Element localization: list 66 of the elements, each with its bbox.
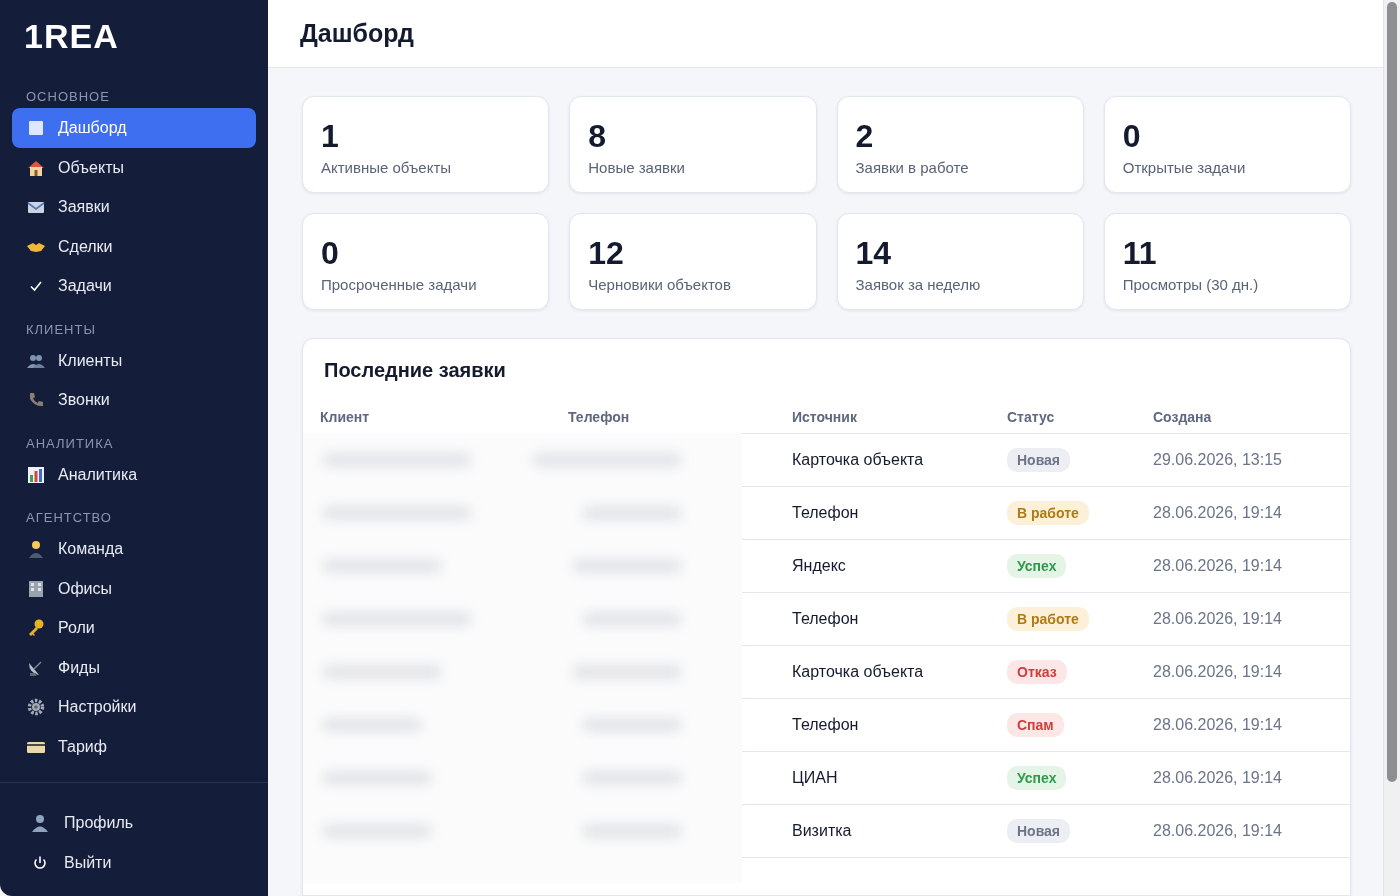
logo: 1REA xyxy=(23,16,119,57)
sidebar-item[interactable]: Настройки xyxy=(12,687,256,727)
sidebar-item[interactable]: Профиль xyxy=(16,803,256,843)
stat-value: 8 xyxy=(588,119,608,153)
section-label: ОСНОВНОЕ xyxy=(25,89,111,104)
table-cell: 28.06.2026, 19:14 xyxy=(1153,539,1350,593)
card-title: Последние заявки xyxy=(324,358,507,383)
table-cell: 28.06.2026, 19:14 xyxy=(1153,486,1350,540)
status-badge: Успех xyxy=(1007,766,1067,790)
stat-value: 2 xyxy=(855,119,875,153)
sidebar-item[interactable]: Клиенты xyxy=(12,340,256,381)
table-cell: 28.06.2026, 19:14 xyxy=(1153,751,1350,805)
stat-label: Новые заявки xyxy=(588,159,686,176)
stat-label: Открытые задачи xyxy=(1122,159,1247,176)
sidebar-item[interactable]: Звонки xyxy=(12,380,256,420)
stat-label: Заявок за неделю xyxy=(855,276,982,293)
table-cell: Визитка xyxy=(792,804,1007,858)
status-badge: Отказ xyxy=(1007,660,1067,684)
status-badge: Новая xyxy=(1007,448,1071,472)
section-label: КЛИЕНТЫ xyxy=(25,321,97,337)
stat-value: 0 xyxy=(1122,119,1142,153)
table-cell: 29.06.2026, 13:15 xyxy=(1153,433,1350,487)
section-label: АНАЛИТИКА xyxy=(25,435,115,451)
column-header: Статус xyxy=(1007,401,1153,434)
table-cell: 28.06.2026, 19:14 xyxy=(1153,645,1350,699)
sidebar-item[interactable]: Тариф xyxy=(12,726,256,767)
table-cell: 28.06.2026, 19:14 xyxy=(1153,592,1350,646)
table-cell: 28.06.2026, 19:14 xyxy=(1153,698,1350,752)
table-cell: Карточка объекта xyxy=(792,433,1007,487)
stat-value: 11 xyxy=(1122,236,1158,270)
sidebar-item[interactable]: Аналитика xyxy=(12,454,256,495)
status-badge: Новая xyxy=(1007,819,1071,843)
table-cell: Телефон xyxy=(792,698,1007,752)
column-header: Создана xyxy=(1153,401,1350,434)
table-cell: Телефон xyxy=(792,486,1007,540)
stat-label: Активные объекты xyxy=(321,159,453,176)
stat-label: Черновики объектов xyxy=(588,276,732,293)
stat-value: 0 xyxy=(321,236,340,270)
status-badge: Успех xyxy=(1007,554,1067,578)
sidebar-item[interactable]: Заявки xyxy=(12,187,256,227)
sidebar-item[interactable]: Выйти xyxy=(16,842,256,883)
sidebar-item[interactable]: Команда xyxy=(12,529,256,569)
stat-label: Заявки в работе xyxy=(855,159,970,176)
table-cell: Карточка объекта xyxy=(792,645,1007,699)
sidebar-item[interactable]: Роли xyxy=(12,608,256,648)
sidebar-item[interactable]: Объекты xyxy=(12,147,256,188)
stat-value: 14 xyxy=(855,236,893,270)
sidebar-item[interactable]: Задачи xyxy=(12,266,256,306)
sidebar-item[interactable]: Сделки xyxy=(12,226,256,267)
column-header: Источник xyxy=(792,401,1007,434)
stat-label: Просроченные задачи xyxy=(321,276,478,293)
status-badge: В работе xyxy=(1007,501,1089,525)
page-title: Дашборд xyxy=(300,19,414,48)
status-badge: В работе xyxy=(1007,607,1089,631)
stat-value: 12 xyxy=(588,236,625,270)
stat-label: Просмотры (30 дн.) xyxy=(1122,276,1260,293)
table-cell: Телефон xyxy=(792,592,1007,646)
table-cell: Яндекс xyxy=(792,539,1007,593)
sidebar-item[interactable]: Фиды xyxy=(12,647,256,688)
table-cell: 28.06.2026, 19:14 xyxy=(1153,804,1350,858)
section-label: АГЕНТСТВО xyxy=(25,510,113,525)
status-badge: Спам xyxy=(1007,713,1064,737)
stat-value: 1 xyxy=(321,119,340,153)
sidebar-item[interactable]: Офисы xyxy=(12,568,256,609)
table-cell: ЦИАН xyxy=(792,751,1007,805)
sidebar-item[interactable]: Дашборд xyxy=(12,108,256,148)
